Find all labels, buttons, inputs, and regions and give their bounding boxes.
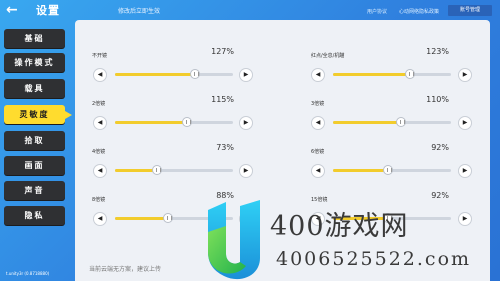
decrease-button[interactable]: ◀ [93, 164, 107, 178]
slider-track[interactable] [115, 69, 233, 79]
account-management-button[interactable]: 账号管理 [448, 5, 492, 16]
slider-fill [333, 73, 410, 76]
slider-label: 6倍镜 [311, 149, 325, 155]
slider-handle[interactable] [181, 117, 192, 127]
page-title: 设置 [36, 4, 60, 17]
slider-fill [115, 169, 158, 172]
slider-label: 3倍镜 [311, 101, 325, 107]
slider-label: 8倍镜 [92, 197, 106, 203]
decrease-button[interactable]: ◀ [93, 68, 107, 82]
slider-fill [115, 73, 196, 76]
sidebar-item-sound[interactable]: 声音 [4, 181, 65, 200]
slider-track[interactable] [115, 165, 233, 175]
slider-handle[interactable] [190, 69, 201, 79]
watermark-subtext: 4006525522.com [276, 248, 472, 270]
sidebar-item-sensitivity[interactable]: 灵敏度 [4, 105, 72, 124]
slider-track[interactable] [333, 165, 451, 175]
cloud-scheme-tip: 当前云端无方案，建议上传 [89, 266, 162, 273]
sidebar-item-vehicle[interactable]: 载具 [4, 79, 65, 98]
page-subtitle: 修改后立即生效 [118, 8, 161, 15]
sidebar-item-graphics[interactable]: 画面 [4, 156, 65, 175]
slider-handle[interactable] [383, 165, 394, 175]
decrease-button[interactable]: ◀ [311, 164, 325, 178]
decrease-button[interactable]: ◀ [311, 68, 325, 82]
slider-label: 不开镜 [92, 53, 108, 59]
uid-text: t.unity3r (0.8718880) [6, 271, 50, 276]
slider-handle[interactable] [152, 165, 163, 175]
slider-fill [115, 121, 187, 124]
increase-button[interactable]: ▶ [458, 116, 472, 130]
slider-value: 115% [211, 95, 234, 104]
slider-value: 110% [426, 95, 449, 104]
watermark-logo-icon [208, 200, 260, 280]
slider-label: 4倍镜 [92, 149, 106, 155]
watermark: 400游戏网 4006525522.com [204, 196, 500, 281]
slider-fill [333, 169, 389, 172]
sidebar-item-basic[interactable]: 基础 [4, 29, 65, 48]
decrease-button[interactable]: ◀ [311, 116, 325, 130]
sidebar-item-pickup[interactable]: 拾取 [4, 131, 65, 150]
increase-button[interactable]: ▶ [239, 164, 253, 178]
slider-value: 92% [431, 143, 449, 152]
increase-button[interactable]: ▶ [239, 68, 253, 82]
slider-value: 127% [211, 47, 234, 56]
slider-handle[interactable] [396, 117, 407, 127]
watermark-text: 400游戏网 [270, 211, 409, 242]
back-arrow-icon[interactable]: ← [6, 2, 22, 18]
increase-button[interactable]: ▶ [239, 116, 253, 130]
slider-value: 73% [216, 143, 234, 152]
top-bar: ← 设置 修改后立即生效 用户协议 心动网络隐私政策 账号管理 [0, 0, 500, 20]
slider-handle[interactable] [404, 69, 415, 79]
slider-track[interactable] [333, 117, 451, 127]
decrease-button[interactable]: ◀ [93, 212, 107, 226]
increase-button[interactable]: ▶ [458, 68, 472, 82]
slider-label: 红点/全息/机瞄 [311, 53, 345, 59]
slider-value: 123% [426, 47, 449, 56]
slider-track[interactable] [115, 117, 233, 127]
slider-label: 2倍镜 [92, 101, 106, 107]
sidebar-item-control-mode[interactable]: 操作模式 [4, 53, 65, 72]
sidebar-item-privacy[interactable]: 隐私 [4, 206, 65, 225]
slider-handle[interactable] [163, 213, 174, 223]
slider-fill [333, 121, 402, 124]
slider-track[interactable] [333, 69, 451, 79]
privacy-policy-link[interactable]: 心动网络隐私政策 [399, 8, 439, 15]
decrease-button[interactable]: ◀ [93, 116, 107, 130]
user-agreement-link[interactable]: 用户协议 [367, 8, 387, 15]
slider-fill [115, 217, 169, 220]
increase-button[interactable]: ▶ [458, 164, 472, 178]
